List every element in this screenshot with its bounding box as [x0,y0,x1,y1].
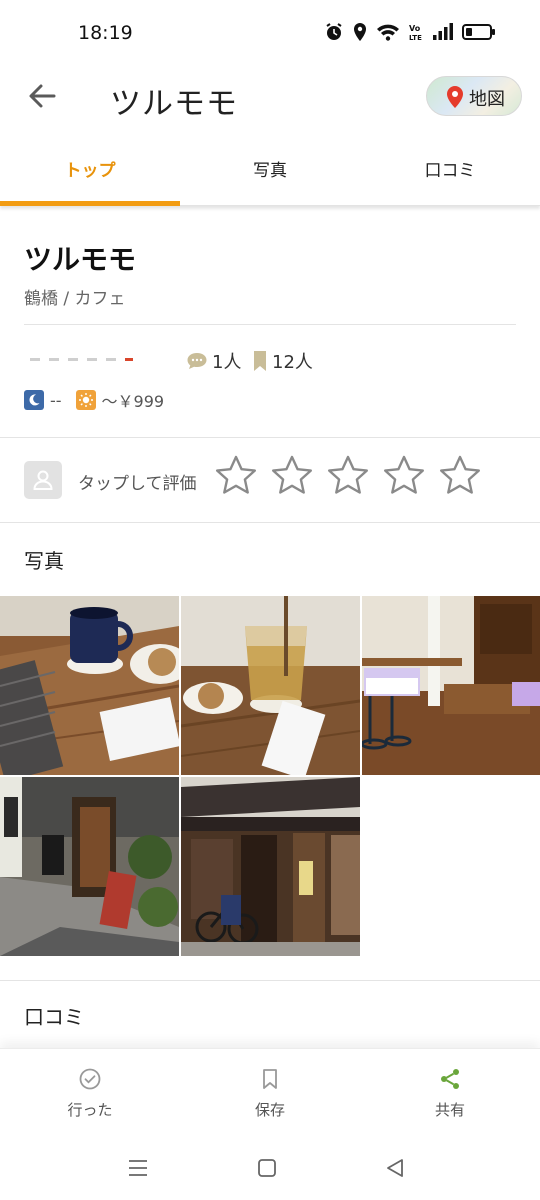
location-icon [352,22,368,46]
save-label: 保存 [254,1101,285,1119]
status-icons: Vo LTE [324,22,496,46]
avatar [24,461,62,499]
photo-storefront[interactable] [181,777,360,956]
back-button[interactable] [22,76,62,116]
photo-interior[interactable] [362,596,540,775]
lunch-price: ～￥999 [101,392,165,411]
back-arrow-icon [29,84,56,108]
photos-section-title: 写真 [24,549,64,573]
divider [0,980,540,981]
volte-icon: Vo LTE [408,22,424,46]
went-button[interactable]: 行った [0,1049,180,1141]
rating-placeholder [30,358,133,361]
shop-name: ツルモモ [24,243,137,276]
photo-coffee-cookie[interactable] [0,596,179,775]
share-label: 共有 [434,1101,465,1119]
saved-count-value: 12人 [272,352,313,373]
map-button-label: 地図 [469,89,505,110]
rate-prompt-row[interactable]: タップして評価 [0,437,540,523]
status-time: 18:19 [78,22,133,44]
save-button[interactable]: 保存 [180,1049,360,1141]
tab-photos[interactable]: 写真 [180,140,360,202]
user-icon [33,470,53,490]
map-pin-icon [445,85,465,113]
star-icon[interactable] [214,454,258,498]
star-icon[interactable] [438,454,482,498]
bottom-action-bar: 行った 保存 共有 [0,1048,540,1140]
divider [24,324,516,325]
map-button[interactable]: 地図 [426,76,522,116]
back-nav-icon[interactable] [384,1157,406,1179]
bookmark-icon [263,1069,277,1089]
star-icon[interactable] [382,454,426,498]
tab-top[interactable]: トップ [0,140,180,202]
saved-count[interactable]: 12人 [252,348,313,374]
page-title: ツルモモ [110,86,238,122]
svg-text:LTE: LTE [409,34,422,42]
share-icon [441,1069,459,1089]
tab-bar: トップ 写真 口コミ [0,140,540,206]
alarm-icon [324,22,344,46]
reviews-section-title: 口コミ [24,1005,84,1029]
photo-tea-cookie[interactable] [181,596,360,775]
battery-icon [462,23,496,45]
tab-reviews[interactable]: 口コミ [360,140,540,202]
star-icon[interactable] [326,454,370,498]
check-badge-icon [79,1068,101,1090]
header: ツルモモ 地図 [0,70,540,130]
sun-icon [75,390,96,410]
review-count-value: 1人 [212,352,242,373]
home-icon[interactable] [256,1157,278,1179]
svg-text:Vo: Vo [409,24,421,33]
signal-icon [432,23,454,45]
bookmark-filled-icon [254,351,266,371]
went-label: 行った [67,1101,113,1119]
comment-icon [187,353,207,369]
shop-area-category: 鶴橋 / カフェ [24,289,126,309]
dinner-price: -- [50,390,62,410]
recent-apps-icon[interactable] [127,1158,149,1178]
wifi-icon [376,23,400,45]
share-button[interactable]: 共有 [360,1049,540,1141]
system-navigation-bar [0,1140,540,1200]
status-bar: 18:19 Vo LTE [0,0,540,70]
active-tab-indicator [0,201,180,206]
star-icon[interactable] [270,454,314,498]
photo-entrance[interactable] [0,777,179,956]
review-count[interactable]: 1人 [186,348,241,374]
tap-to-rate-label: タップして評価 [78,474,197,494]
moon-icon [24,390,44,410]
star-rating-input[interactable] [214,454,482,498]
price-row: -- ～￥999 [24,388,164,412]
